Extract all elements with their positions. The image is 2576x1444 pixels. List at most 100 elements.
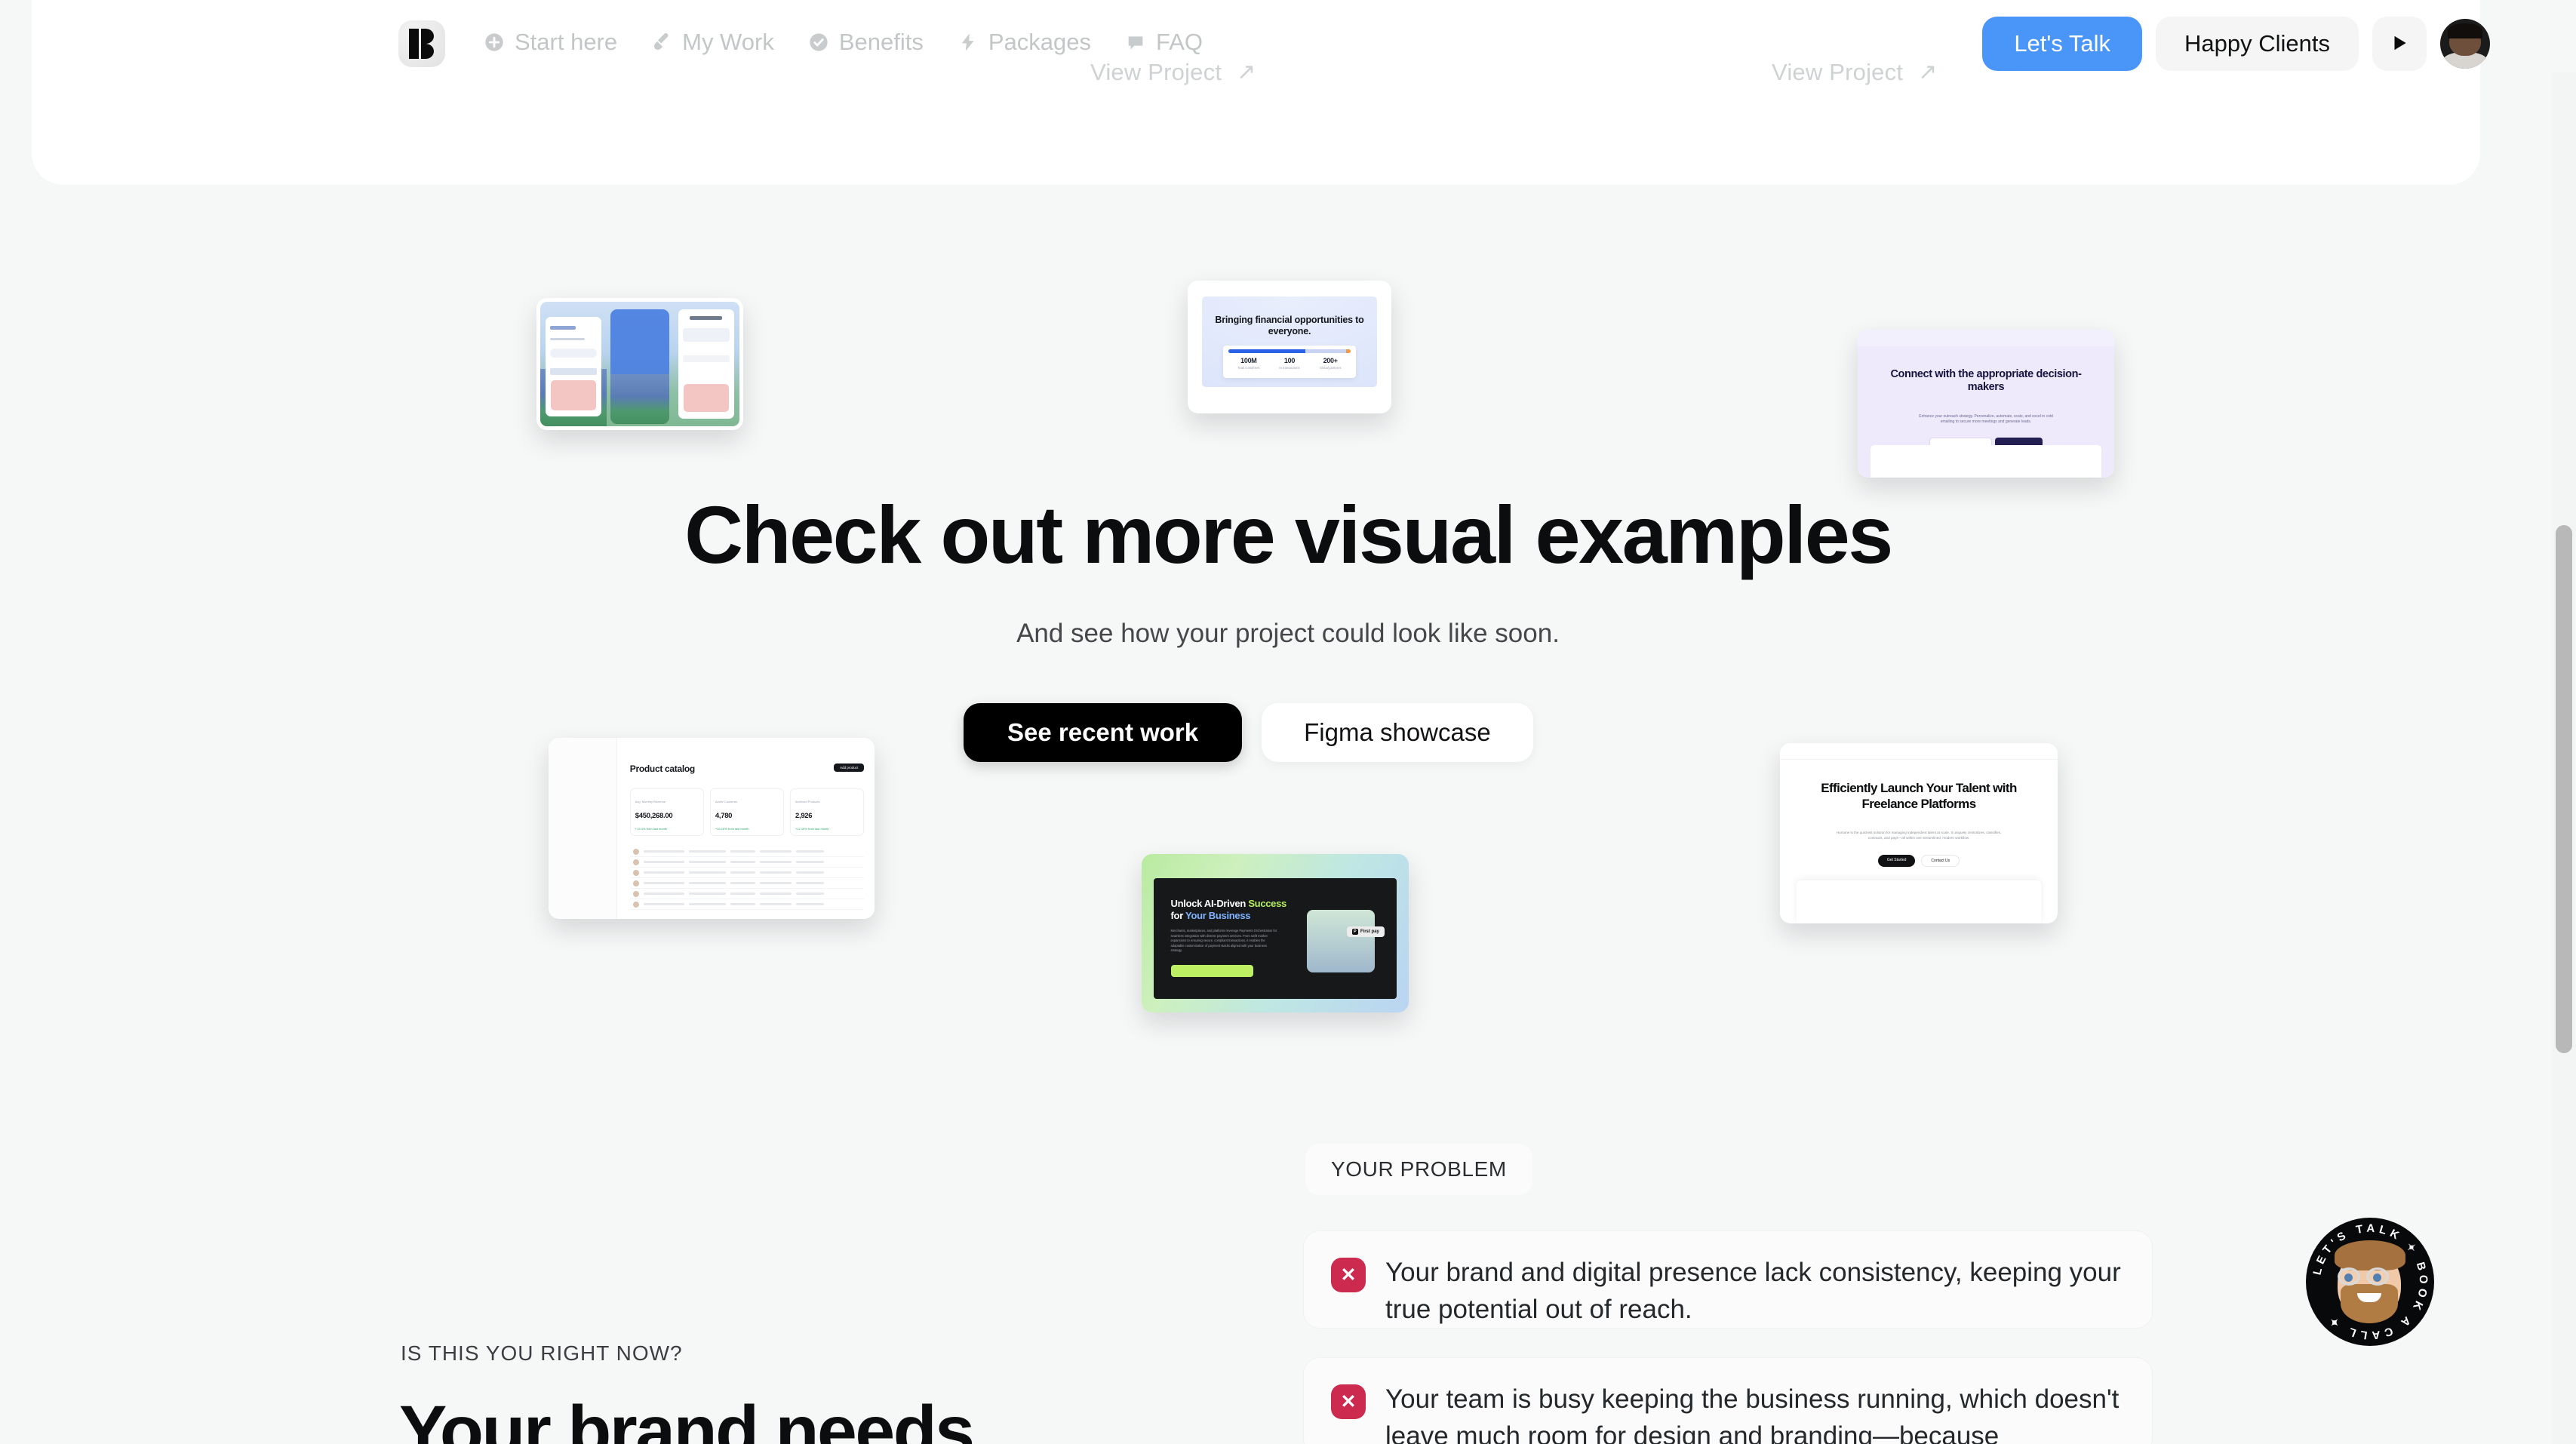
problem-card-text: Your brand and digital presence lack con… [1385, 1258, 2121, 1324]
status-badge: YOUR PROBLEM [1305, 1144, 1532, 1195]
section-eyebrow: IS THIS YOU RIGHT NOW? [401, 1341, 683, 1365]
paintbrush-icon [650, 31, 673, 54]
kpi-row: Avg. Monthly Revenue $450,268.00 +15.4% … [629, 788, 865, 836]
stats-card: 100M Total customers 100 In transactions… [1222, 345, 1357, 378]
problem-card: ✕ Your brand and digital presence lack c… [1303, 1230, 2153, 1329]
mock-paragraph: Merchants, marketplaces, and platforms l… [1170, 929, 1277, 953]
kpi-label: Archived Products [795, 800, 820, 804]
humane-landing-mockup: Efficiently Launch Your Talent with Free… [1780, 743, 2058, 923]
kpi-card: Avg. Monthly Revenue $450,268.00 +15.4% … [629, 788, 705, 836]
lightning-bolt-icon [957, 31, 979, 54]
stat-label: In transactions [1279, 365, 1300, 370]
ocean-landing-mockup: Connect with the appropriate decision-ma… [1858, 330, 2114, 478]
nav-item-packages[interactable]: Packages [957, 29, 1091, 56]
showcase-card-ocean[interactable]: Connect with the appropriate decision-ma… [1858, 330, 2114, 478]
fintech-landing-mockup: Bringing financial opportunities to ever… [1188, 281, 1391, 413]
memoji-glasses-left [2338, 1267, 2360, 1286]
mock-page-title: Product catalog [629, 763, 695, 774]
nav-item-benefits[interactable]: Benefits [807, 29, 924, 56]
navbar-actions: Let's Talk Happy Clients [1982, 17, 2490, 71]
get-started-button[interactable]: Get Started [1877, 855, 1916, 868]
hero-panel: Bringing financial opportunities to ever… [1201, 296, 1378, 387]
mock-paragraph: Humane is the quickest solution for mana… [1836, 830, 2002, 840]
firstpay-logo-icon: P [1351, 929, 1358, 935]
kpi-label: Active Customer [715, 800, 738, 804]
figma-showcase-button[interactable]: Figma showcase [1262, 703, 1533, 762]
travel-screen-home [540, 302, 607, 426]
plus-circle-icon [483, 31, 506, 54]
table-row [629, 868, 865, 878]
kpi-delta: +04.16% from last month [715, 827, 749, 831]
navbar: Start here My Work Benefits Packages FAQ… [0, 0, 2576, 88]
table-row [629, 857, 865, 868]
travel-screen-booking [673, 302, 739, 426]
products-table [629, 846, 865, 919]
lets-talk-button[interactable]: Let's Talk [1982, 17, 2143, 71]
avatar[interactable] [2440, 19, 2490, 69]
contact-us-button[interactable]: Contact Us [1921, 855, 1960, 868]
stat-label: Total customers [1237, 365, 1260, 370]
discover-tile [550, 380, 597, 410]
stat-label: Global partners [1319, 365, 1342, 370]
showcase-card-humane[interactable]: Efficiently Launch Your Talent with Free… [1780, 743, 2058, 923]
page-root: View Project ↗ View Project ↗ Start here [0, 0, 2576, 1444]
mock-main: Product catalog Add product Avg. Monthly… [616, 738, 875, 919]
home-card [546, 316, 601, 416]
firstpay-brand-badge: P First pay [1346, 926, 1385, 937]
showcase-card-deload[interactable]: Product catalog Add product Avg. Monthly… [549, 738, 875, 919]
chat-bubble-icon [1124, 31, 1147, 54]
mock-navbar [1780, 743, 2058, 760]
booking-card [678, 309, 734, 419]
table-row [629, 889, 865, 899]
kpi-value: 4,780 [715, 812, 733, 821]
nav-label: Benefits [838, 29, 924, 55]
nav-item-start-here[interactable]: Start here [483, 29, 617, 56]
nav-label: My Work [682, 29, 774, 55]
nav-item-my-work[interactable]: My Work [650, 29, 774, 56]
kpi-value: $450,268.00 [635, 812, 673, 821]
memoji-avatar [2325, 1234, 2415, 1329]
happy-clients-button[interactable]: Happy Clients [2156, 17, 2359, 71]
page-title: Check out more visual examples [684, 489, 1893, 580]
play-button[interactable] [2372, 17, 2427, 71]
showcase-card-firstpay[interactable]: Unlock AI-Driven Success for Your Busine… [1142, 854, 1409, 1012]
table-row [629, 878, 865, 889]
book-a-call-fab[interactable]: LET'S TALK ✦ BOOK A CALL ✦ [2306, 1218, 2434, 1346]
kpi-delta: +12.16% from last month [795, 827, 829, 831]
orchestrate-button[interactable] [1170, 965, 1253, 978]
headline-accent-2: Your Business [1185, 909, 1251, 921]
progress-bar [1228, 349, 1351, 353]
mountain-illustration [610, 373, 669, 424]
memoji-hair [2335, 1240, 2405, 1270]
memoji-beard [2341, 1284, 2398, 1323]
person-photo [1306, 909, 1376, 972]
kpi-delta: +15.4% from last month [635, 827, 668, 831]
nav-item-faq[interactable]: FAQ [1124, 29, 1203, 56]
check-badge-icon [807, 31, 830, 54]
stat-value: 100M [1240, 356, 1257, 364]
nav-label: Packages [988, 29, 1091, 55]
avatar-hair [2447, 23, 2483, 38]
contacts-table [1871, 444, 2101, 478]
scrollbar-thumb[interactable] [2556, 525, 2572, 1053]
nav-label: Start here [515, 29, 618, 55]
hero-cta-row: See recent work Figma showcase [964, 703, 1533, 762]
problem-card-text: Your team is busy keeping the business r… [1385, 1384, 2120, 1444]
mock-sidebar [549, 738, 617, 919]
showcase-card-travel-app[interactable] [536, 298, 743, 430]
headline-accent-1: Success [1248, 897, 1286, 909]
play-icon [2390, 32, 2409, 56]
brand-logo-b[interactable] [398, 20, 445, 67]
see-recent-work-button[interactable]: See recent work [964, 703, 1243, 762]
deload-dashboard-mockup: Product catalog Add product Avg. Monthly… [549, 738, 875, 919]
stat-value: 200+ [1323, 356, 1338, 364]
travel-screen-vacation [607, 302, 673, 426]
table-row [629, 846, 865, 857]
add-product-button[interactable]: Add product [834, 763, 865, 772]
nav-links: Start here My Work Benefits Packages FAQ [483, 29, 1203, 56]
mock-headline: Efficiently Launch Your Talent with Free… [1821, 781, 2017, 811]
scrollbar-track[interactable] [2552, 72, 2576, 1444]
showcase-card-fintech[interactable]: Bringing financial opportunities to ever… [1188, 281, 1391, 413]
headline-part-2: for [1170, 909, 1186, 921]
stats-row: 100M Total customers 100 In transactions… [1228, 357, 1351, 370]
